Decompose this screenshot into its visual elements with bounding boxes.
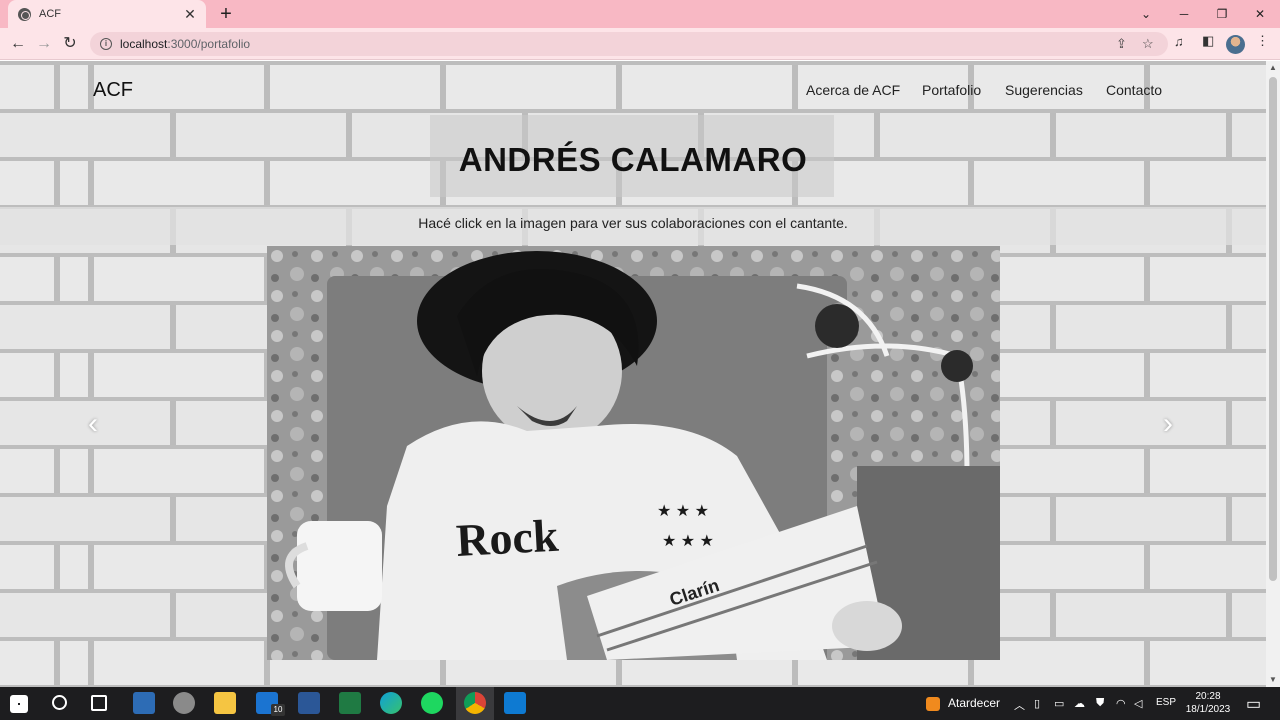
windows-taskbar [0,687,1280,720]
word-icon[interactable] [298,692,320,714]
menu-kebab-icon[interactable]: ⋮ [1256,33,1269,49]
taskbar-clock[interactable]: 20:28 18/1/2023 [1184,690,1232,716]
back-icon[interactable]: ← [8,34,28,54]
app-disk-icon[interactable] [173,692,195,714]
mail-badge: 10 [271,704,285,716]
task-view-icon[interactable] [91,695,107,711]
carousel-photo[interactable]: Rock ★ ★ ★ ★ ★ ★ Clarín [267,246,1000,660]
brand-logo-link[interactable]: ACF [93,79,133,102]
battery-icon[interactable]: ▭ [1054,697,1064,710]
svg-text:★ ★ ★: ★ ★ ★ [657,503,709,520]
scroll-up-icon[interactable]: ▲ [1266,61,1280,75]
azure-app-icon[interactable] [133,692,155,714]
tab-strip: ACF ✕ + ⌄ ─ ❐ ✕ [0,0,1280,28]
new-tab-button[interactable]: + [216,3,236,25]
site-navbar: ACF Acerca de ACF Portafolio Sugerencias… [0,61,1266,115]
tab-search-icon[interactable]: ⌄ [1132,4,1160,24]
url-host: localhost [120,37,168,51]
nav-portafolio[interactable]: Portafolio [922,82,981,98]
file-explorer-icon[interactable] [214,692,236,714]
weather-icon [926,697,940,711]
nav-sugerencias[interactable]: Sugerencias [1005,82,1083,98]
profile-avatar[interactable] [1226,35,1245,54]
address-bar[interactable]: i localhost:3000/portafolio ⇪ ☆ [90,32,1168,56]
browser-tab[interactable]: ACF ✕ [8,0,206,28]
notifications-icon[interactable]: ▭ [1246,694,1261,714]
search-icon[interactable] [52,695,67,710]
wifi-icon[interactable]: ◠ [1116,697,1126,710]
spotify-icon[interactable] [421,692,443,714]
scroll-down-icon[interactable]: ▼ [1266,673,1280,687]
nav-acerca[interactable]: Acerca de ACF [806,82,900,98]
page-viewport: ACF Acerca de ACF Portafolio Sugerencias… [0,61,1266,687]
weather-text[interactable]: Atardecer [948,696,1000,710]
edge-icon[interactable] [380,692,402,714]
language-indicator[interactable]: ESP [1156,697,1176,708]
onedrive-icon[interactable]: ☁ [1074,697,1085,710]
svg-text:★ ★ ★: ★ ★ ★ [662,533,714,550]
tray-chevron-icon[interactable]: ︿ [1014,697,1025,713]
shirt-print-text: Rock [455,510,560,566]
close-window-icon[interactable]: ✕ [1246,4,1274,24]
vscode-icon[interactable] [504,692,526,714]
page-subtitle: Hacé click en la imagen para ver sus col… [418,215,848,231]
reload-icon[interactable]: ↻ [60,34,80,54]
carousel-next-button[interactable]: › [1163,407,1173,441]
page-scrollbar[interactable]: ▲ ▼ [1266,61,1280,687]
tray-device-icon[interactable]: ▯ [1034,697,1040,710]
volume-icon[interactable]: ◁ [1134,697,1142,710]
security-shield-icon[interactable]: ⛊ [1096,697,1104,710]
page-title: ANDRÉS CALAMARO [458,141,808,178]
nav-contacto[interactable]: Contacto [1106,82,1162,98]
browser-toolbar: ← → ↻ i localhost:3000/portafolio ⇪ ☆ ♫ … [0,28,1280,60]
start-icon[interactable] [10,695,28,713]
url-text: localhost:3000/portafolio [120,37,250,51]
forward-icon[interactable]: → [34,34,54,54]
site-info-icon[interactable]: i [100,38,112,50]
share-icon[interactable]: ⇪ [1116,36,1127,52]
carousel-prev-button[interactable]: ‹ [88,407,98,441]
image-carousel[interactable]: Rock ★ ★ ★ ★ ★ ★ Clarín [267,246,1000,660]
clock-date: 18/1/2023 [1185,704,1231,715]
side-panel-icon[interactable]: ◧ [1202,33,1214,49]
close-tab-icon[interactable]: ✕ [182,6,198,23]
globe-icon [18,7,31,21]
tab-title: ACF [39,8,61,20]
bookmark-star-icon[interactable]: ☆ [1142,36,1154,52]
media-control-icon[interactable]: ♫ [1174,34,1184,49]
url-path: :3000/portafolio [167,37,251,51]
restore-icon[interactable]: ❐ [1208,4,1236,24]
excel-icon[interactable] [339,692,361,714]
clock-time: 20:28 [1195,691,1221,702]
scroll-thumb[interactable] [1269,77,1277,581]
chrome-icon[interactable] [464,692,486,714]
minimize-icon[interactable]: ─ [1170,4,1198,24]
